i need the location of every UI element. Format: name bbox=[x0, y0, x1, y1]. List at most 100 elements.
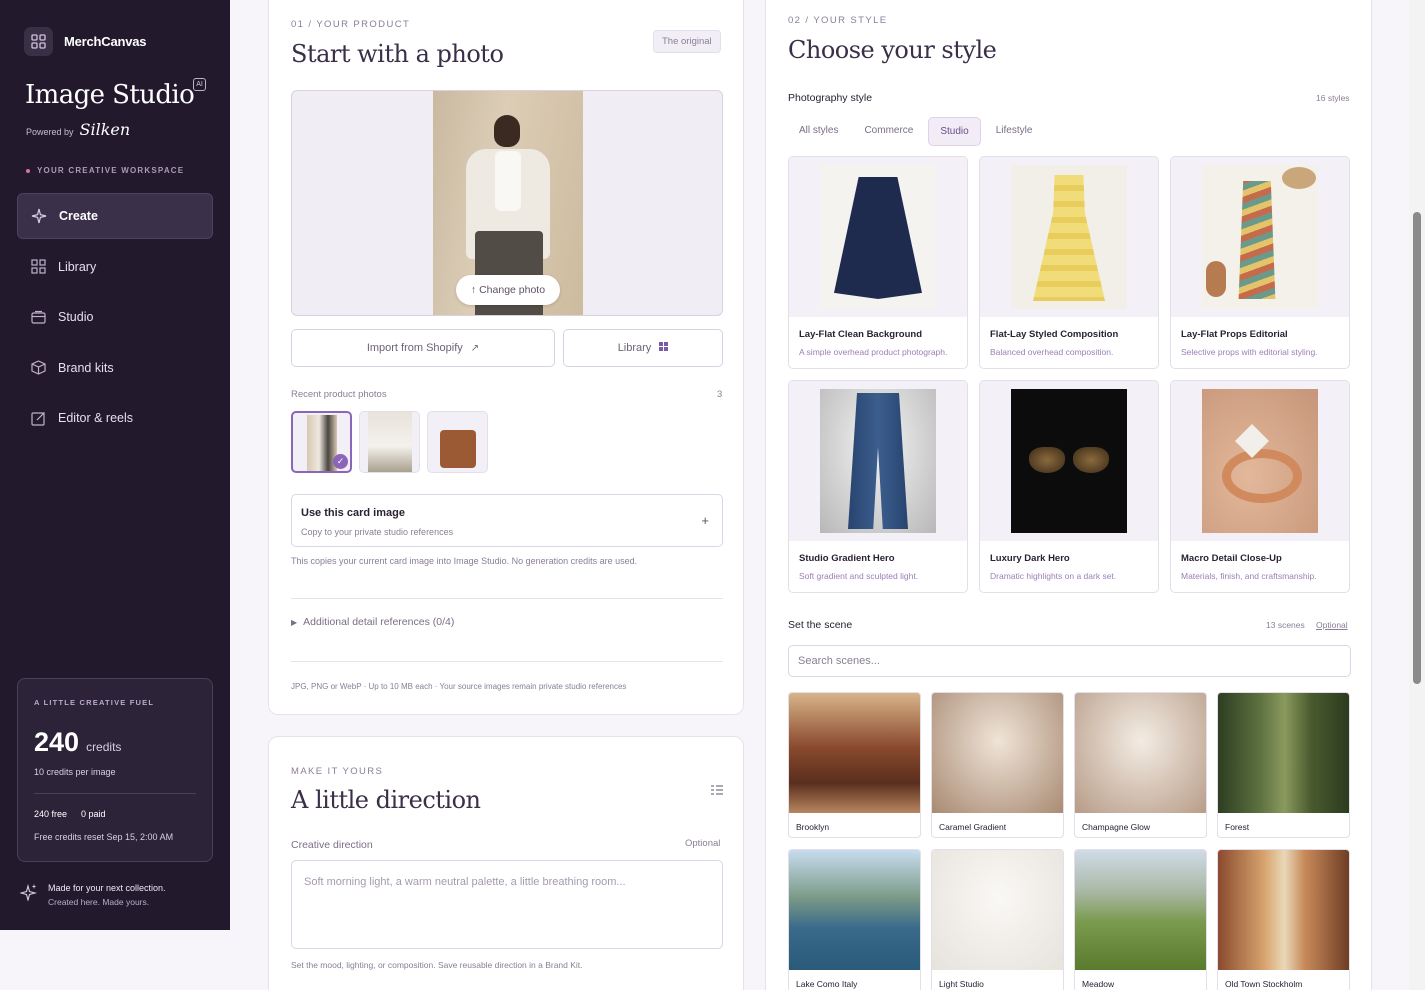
recent-photo-thumb-3[interactable] bbox=[427, 411, 488, 473]
thumb-figure bbox=[368, 412, 412, 472]
edit-icon bbox=[30, 410, 46, 426]
credits-free: 240 free bbox=[34, 809, 68, 819]
scene-option[interactable]: Old Town Stockholm bbox=[1217, 849, 1350, 990]
sidebar-item-label: Brand kits bbox=[58, 360, 114, 375]
caret-right-icon: ▶ bbox=[291, 618, 298, 627]
style-image bbox=[820, 165, 936, 309]
sidebar-item-editor-reels[interactable]: Editor & reels bbox=[17, 395, 213, 441]
style-desc: Materials, finish, and craftsmanship. bbox=[1181, 571, 1317, 581]
style-option[interactable]: Studio Gradient Hero Soft gradient and s… bbox=[788, 380, 968, 593]
additional-references-toggle[interactable]: ▶ Additional detail references (0/4) bbox=[291, 616, 454, 629]
scene-option[interactable]: Meadow bbox=[1074, 849, 1207, 990]
scrollbar-thumb[interactable] bbox=[1413, 212, 1421, 684]
sidebar-item-studio[interactable]: Studio bbox=[17, 294, 213, 340]
tab-lifestyle[interactable]: Lifestyle bbox=[985, 117, 1044, 146]
studio-title: Image Studio bbox=[25, 80, 195, 110]
scene-name: Lake Como Italy bbox=[796, 979, 858, 989]
scene-count: 13 scenes bbox=[1266, 620, 1305, 630]
style-option[interactable]: Flat-Lay Styled Composition Balanced ove… bbox=[979, 156, 1159, 369]
original-badge: The original bbox=[653, 30, 721, 53]
credits-breakdown: 240 free 0 paid bbox=[34, 809, 106, 819]
credits-card: A LITTLE CREATIVE FUEL 240 credits 10 cr… bbox=[17, 678, 213, 862]
sidebar-item-brand-kits[interactable]: Brand kits bbox=[17, 345, 213, 391]
tab-all-styles[interactable]: All styles bbox=[788, 117, 849, 146]
style-name: Flat-Lay Styled Composition bbox=[990, 329, 1119, 340]
skirt-shape bbox=[834, 177, 922, 299]
plus-icon: + bbox=[701, 513, 709, 528]
style-name: Lay-Flat Props Editorial bbox=[1181, 329, 1288, 340]
sidebar-item-create[interactable]: Create bbox=[17, 193, 213, 239]
sidebar-footer: Made for your next collection. Created h… bbox=[18, 883, 166, 907]
scene-name: Old Town Stockholm bbox=[1225, 979, 1303, 989]
scene-name: Caramel Gradient bbox=[939, 822, 1007, 832]
creative-direction-input[interactable]: Soft morning light, a warm neutral palet… bbox=[291, 860, 723, 949]
sparkle-icon bbox=[31, 208, 47, 224]
style-option[interactable]: Luxury Dark Hero Dramatic highlights on … bbox=[979, 380, 1159, 593]
style-image bbox=[1202, 389, 1318, 533]
scene-option[interactable]: Caramel Gradient bbox=[931, 692, 1064, 838]
jeans-shape bbox=[848, 393, 908, 529]
scene-option[interactable]: Lake Como Italy bbox=[788, 849, 921, 990]
powered-brand: Silken bbox=[79, 120, 131, 139]
divider bbox=[34, 793, 196, 794]
change-photo-button[interactable]: ↑ Change photo bbox=[456, 275, 560, 305]
scene-image bbox=[789, 693, 920, 813]
sidebar-nav: Create Library Studio Brand kits Editor … bbox=[17, 193, 213, 446]
scene-search-input[interactable]: Search scenes... bbox=[788, 645, 1351, 677]
use-card-note: This copies your current card image into… bbox=[291, 556, 638, 566]
photo-figure-head bbox=[494, 115, 520, 147]
scene-name: Champagne Glow bbox=[1082, 822, 1151, 832]
style-eyebrow: 02 / YOUR STYLE bbox=[788, 15, 888, 26]
style-option[interactable]: Macro Detail Close-Up Materials, finish,… bbox=[1170, 380, 1350, 593]
use-card-subtitle: Copy to your private studio references bbox=[301, 527, 454, 537]
page-scrollbar[interactable] bbox=[1409, 0, 1425, 990]
creative-direction-label: Creative direction bbox=[291, 839, 373, 851]
credits-reset: Free credits reset Sep 15, 2:00 AM bbox=[34, 832, 174, 842]
tab-studio[interactable]: Studio bbox=[928, 117, 981, 146]
import-shopify-label: Import from Shopify bbox=[366, 342, 463, 354]
scene-option[interactable]: Brooklyn bbox=[788, 692, 921, 838]
sidebar-item-library[interactable]: Library bbox=[17, 244, 213, 290]
recent-photo-thumb-1[interactable]: ✓ bbox=[291, 411, 352, 473]
credits-eyebrow: A LITTLE CREATIVE FUEL bbox=[34, 698, 155, 707]
product-card: 01 / YOUR PRODUCT Start with a photo The… bbox=[268, 0, 744, 715]
scene-image bbox=[932, 850, 1063, 970]
library-button[interactable]: Library bbox=[563, 329, 723, 367]
powered-by: Powered by Silken bbox=[26, 120, 130, 139]
scene-image bbox=[1218, 850, 1349, 970]
tab-commerce[interactable]: Commerce bbox=[853, 117, 924, 146]
sidebar-item-label: Library bbox=[58, 259, 97, 274]
style-image bbox=[1011, 165, 1127, 309]
scene-option[interactable]: Forest bbox=[1217, 692, 1350, 838]
box-icon bbox=[30, 360, 46, 376]
style-image bbox=[1011, 389, 1127, 533]
ai-badge-icon: AI bbox=[193, 78, 206, 91]
sunglasses-right bbox=[1073, 447, 1109, 473]
style-name: Lay-Flat Clean Background bbox=[799, 329, 922, 340]
scene-option[interactable]: Champagne Glow bbox=[1074, 692, 1207, 838]
sidebar-item-label: Editor & reels bbox=[58, 411, 134, 425]
brand[interactable]: MerchCanvas bbox=[24, 27, 147, 56]
credits-amount: 240 credits bbox=[34, 727, 121, 758]
use-card-image-button[interactable]: Use this card image Copy to your private… bbox=[291, 494, 723, 547]
library-label: Library bbox=[617, 342, 652, 354]
recent-photo-thumb-2[interactable] bbox=[359, 411, 420, 473]
photo-figure-top bbox=[495, 151, 521, 211]
dress-shape bbox=[1238, 181, 1276, 299]
list-icon[interactable] bbox=[711, 782, 723, 800]
scene-image bbox=[1075, 693, 1206, 813]
scene-image bbox=[932, 693, 1063, 813]
product-eyebrow: 01 / YOUR PRODUCT bbox=[291, 19, 411, 30]
use-card-title: Use this card image bbox=[301, 507, 405, 519]
scene-optional-link[interactable]: Optional bbox=[1316, 620, 1348, 630]
scene-option[interactable]: Light Studio bbox=[931, 849, 1064, 990]
style-desc: Soft gradient and sculpted light. bbox=[799, 571, 919, 581]
import-shopify-button[interactable]: Import from Shopify ↗ bbox=[291, 329, 555, 367]
scene-name: Meadow bbox=[1082, 979, 1115, 989]
style-option[interactable]: Lay-Flat Props Editorial Selective props… bbox=[1170, 156, 1350, 369]
direction-card: MAKE IT YOURS A little direction Creativ… bbox=[268, 736, 744, 990]
style-option[interactable]: Lay-Flat Clean Background A simple overh… bbox=[788, 156, 968, 369]
sparkle-icon bbox=[18, 883, 38, 907]
workspace-text: YOUR CREATIVE WORKSPACE bbox=[37, 166, 185, 175]
check-icon: ✓ bbox=[333, 454, 348, 469]
